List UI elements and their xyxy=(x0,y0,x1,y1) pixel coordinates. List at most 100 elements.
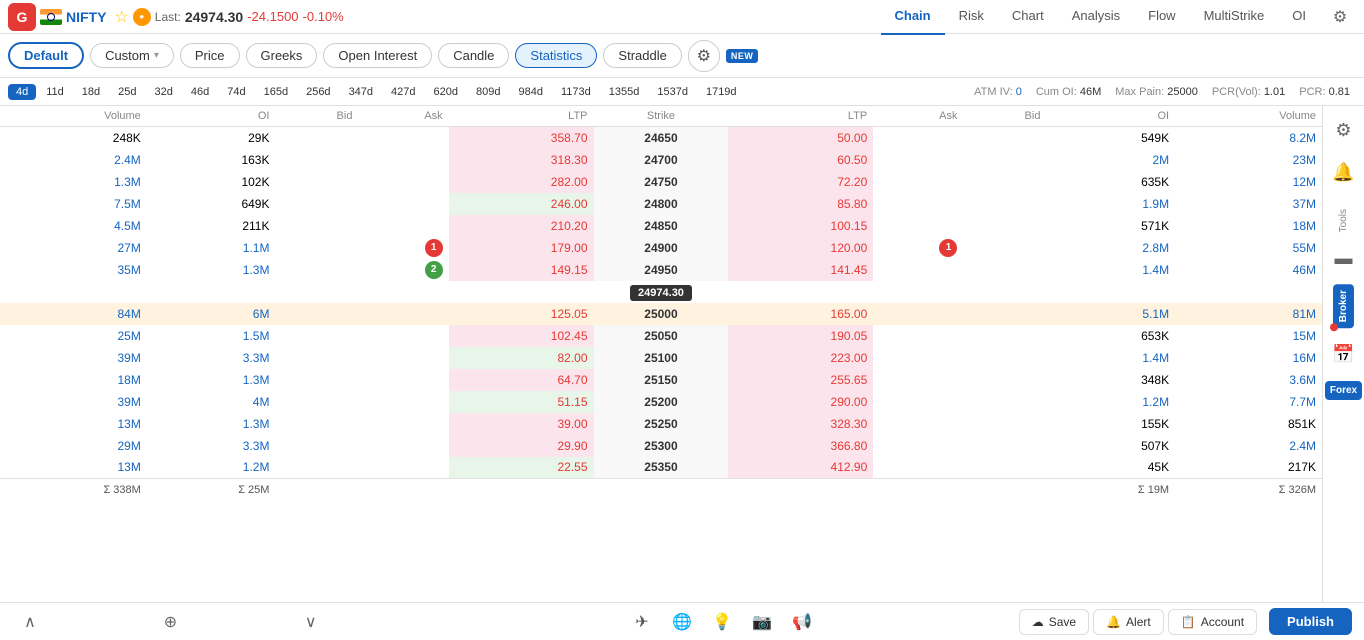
call-ltp: 29.90 xyxy=(449,435,594,457)
table-row[interactable]: 39M3.3M82.0025100223.001.4M16M xyxy=(0,347,1322,369)
table-row[interactable]: 1.3M102K282.002475072.20635K12M xyxy=(0,171,1322,193)
date-btn-1719d[interactable]: 1719d xyxy=(698,84,745,100)
date-btn-620d[interactable]: 620d xyxy=(426,84,466,100)
date-btn-165d[interactable]: 165d xyxy=(256,84,296,100)
call-ltp: 102.45 xyxy=(449,325,594,347)
table-row[interactable]: 13M1.2M22.5525350412.9045K217K xyxy=(0,457,1322,479)
put-volume: 18M xyxy=(1175,215,1322,237)
tab-analysis[interactable]: Analysis xyxy=(1058,0,1134,35)
table-row[interactable]: 2.4M163K318.302470060.502M23M xyxy=(0,149,1322,171)
settings-panel-icon[interactable]: ⚙ xyxy=(1328,114,1360,146)
date-btn-11d[interactable]: 11d xyxy=(38,84,72,100)
sum-cell xyxy=(728,479,873,501)
tab-risk[interactable]: Risk xyxy=(945,0,998,35)
date-btn-1173d[interactable]: 1173d xyxy=(553,84,599,100)
calendar-icon[interactable]: 📅 xyxy=(1328,339,1360,371)
broker-button[interactable]: Broker xyxy=(1333,284,1354,328)
telegram-icon[interactable]: ✈ xyxy=(626,606,658,638)
custom-button[interactable]: Custom ▾ xyxy=(90,43,174,68)
date-btn-256d[interactable]: 256d xyxy=(298,84,338,100)
strike-price: 25350 xyxy=(594,457,729,479)
put-volume: 2.4M xyxy=(1175,435,1322,457)
table-row[interactable]: 248K29K358.702465050.00549K8.2M xyxy=(0,127,1322,149)
date-btn-25d[interactable]: 25d xyxy=(110,84,144,100)
table-row[interactable]: 35M1.3M2149.1524950141.451.4M46M xyxy=(0,259,1322,281)
sum-cell xyxy=(873,479,963,501)
greeks-button[interactable]: Greeks xyxy=(246,43,318,68)
table-row[interactable]: 84M6M125.0525000165.005.1M81M xyxy=(0,303,1322,325)
watchlist-star-icon[interactable]: ☆ xyxy=(114,7,128,27)
price-button[interactable]: Price xyxy=(180,43,240,68)
right-panel: ⚙ 🔔 Tools ▬ Broker 📅 Forex xyxy=(1322,106,1364,602)
date-btn-984d[interactable]: 984d xyxy=(511,84,551,100)
date-btn-4d[interactable]: 4d xyxy=(8,84,36,100)
publish-button[interactable]: Publish xyxy=(1269,608,1352,635)
table-row[interactable]: 39M4M51.1525200290.001.2M7.7M xyxy=(0,391,1322,413)
date-btn-427d[interactable]: 427d xyxy=(383,84,423,100)
strike-price: 24850 xyxy=(594,215,729,237)
date-btn-347d[interactable]: 347d xyxy=(341,84,381,100)
account-button[interactable]: 📋 Account xyxy=(1168,609,1257,635)
save-button[interactable]: ☁ Save xyxy=(1019,609,1089,635)
table-row[interactable]: 29M3.3M29.9025300366.80507K2.4M xyxy=(0,435,1322,457)
flag-icon xyxy=(40,9,62,25)
call-ltp: 179.00 xyxy=(449,237,594,259)
strike-price: 25000 xyxy=(594,303,729,325)
date-btn-32d[interactable]: 32d xyxy=(147,84,181,100)
straddle-button[interactable]: Straddle xyxy=(603,43,681,68)
tab-chart[interactable]: Chart xyxy=(998,0,1058,35)
call-ltp: 39.00 xyxy=(449,413,594,435)
alert-button[interactable]: 🔔 Alert xyxy=(1093,609,1164,635)
put-oi: 653K xyxy=(1046,325,1175,347)
sum-cell: Σ 338M xyxy=(0,479,147,501)
call-bid xyxy=(275,149,358,171)
layout-icon[interactable]: ▬ xyxy=(1328,242,1360,274)
table-row[interactable]: 4.5M211K210.2024850100.15571K18M xyxy=(0,215,1322,237)
default-button[interactable]: Default xyxy=(8,42,84,69)
put-bid xyxy=(963,127,1046,149)
put-ask xyxy=(873,127,963,149)
put-bid xyxy=(963,215,1046,237)
tab-flow[interactable]: Flow xyxy=(1134,0,1189,35)
put-ask xyxy=(873,171,963,193)
col-call-oi: OI xyxy=(147,106,276,127)
table-row[interactable]: 27M1.1M1179.0024900120.0012.8M55M xyxy=(0,237,1322,259)
call-oi: 1.3M xyxy=(147,369,276,391)
sum-cell xyxy=(449,479,594,501)
gear-button[interactable]: ⚙ xyxy=(688,40,720,72)
open-interest-button[interactable]: Open Interest xyxy=(323,43,432,68)
date-btn-809d[interactable]: 809d xyxy=(468,84,508,100)
web-icon[interactable]: 🌐 xyxy=(666,606,698,638)
forex-button[interactable]: Forex xyxy=(1325,381,1362,400)
col-strike: Strike xyxy=(594,106,729,127)
tab-chain[interactable]: Chain xyxy=(881,0,945,35)
put-volume: 46M xyxy=(1175,259,1322,281)
candle-button[interactable]: Candle xyxy=(438,43,509,68)
date-btn-46d[interactable]: 46d xyxy=(183,84,217,100)
bulb-icon[interactable]: 💡 xyxy=(706,606,738,638)
crosshair-icon[interactable]: ⊕ xyxy=(152,608,188,636)
settings-icon[interactable]: ⚙ xyxy=(1324,1,1356,33)
tab-multistrike[interactable]: MultiStrike xyxy=(1190,0,1279,35)
date-btn-18d[interactable]: 18d xyxy=(74,84,108,100)
statistics-button[interactable]: Statistics xyxy=(515,43,597,68)
date-btn-1537d[interactable]: 1537d xyxy=(649,84,696,100)
table-row[interactable]: 25M1.5M102.4525050190.05653K15M xyxy=(0,325,1322,347)
put-volume: 7.7M xyxy=(1175,391,1322,413)
date-btn-1355d[interactable]: 1355d xyxy=(601,84,648,100)
put-oi: 1.4M xyxy=(1046,259,1175,281)
put-ltp: 141.45 xyxy=(728,259,873,281)
bell-icon[interactable]: 🔔 xyxy=(1328,156,1360,188)
put-bid xyxy=(963,347,1046,369)
put-ltp: 255.65 xyxy=(728,369,873,391)
call-ask xyxy=(358,303,448,325)
speaker-icon[interactable]: 📢 xyxy=(786,606,818,638)
video-icon[interactable]: 📷 xyxy=(746,606,778,638)
date-btn-74d[interactable]: 74d xyxy=(219,84,253,100)
table-row[interactable]: 18M1.3M64.7025150255.65348K3.6M xyxy=(0,369,1322,391)
table-row[interactable]: 7.5M649K246.002480085.801.9M37M xyxy=(0,193,1322,215)
table-row[interactable]: 13M1.3M39.0025250328.30155K851K xyxy=(0,413,1322,435)
tab-oi[interactable]: OI xyxy=(1278,0,1320,35)
expand-down-icon[interactable]: ∨ xyxy=(293,608,329,636)
collapse-up-icon[interactable]: ∧ xyxy=(12,608,48,636)
